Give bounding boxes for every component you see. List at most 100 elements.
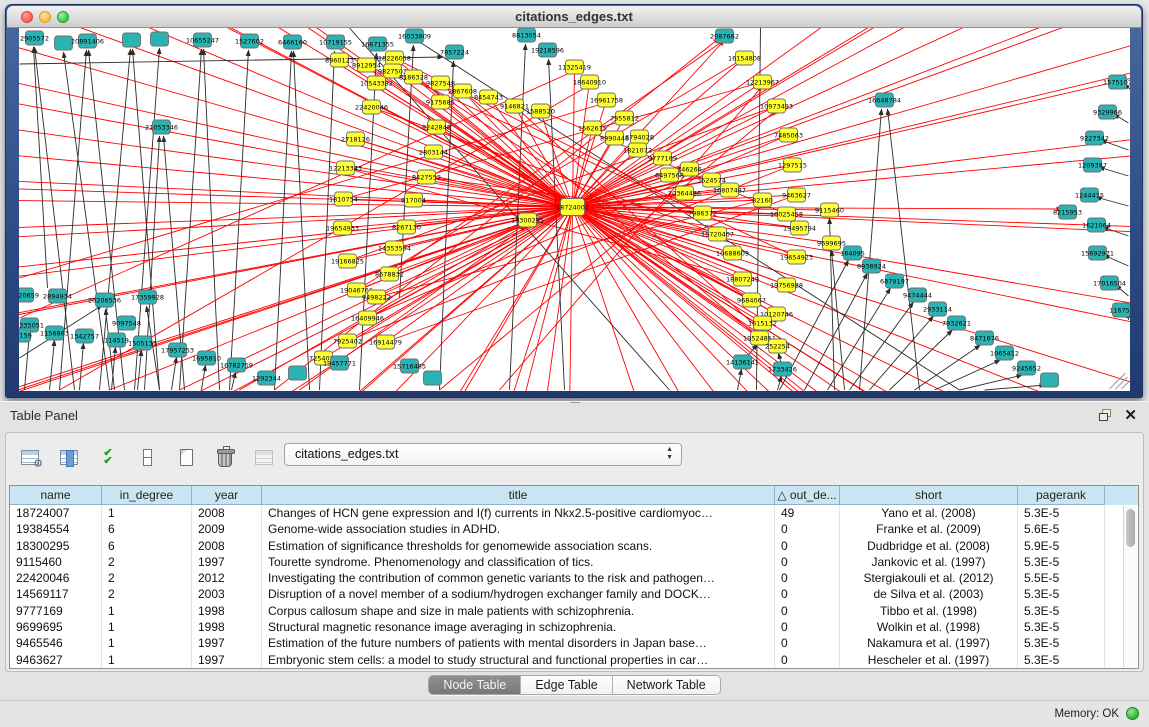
graph-node[interactable]: 2718126 [341, 132, 370, 146]
column-header-year[interactable]: year [192, 486, 262, 505]
table-row[interactable]: 946554611997Estimation of the future num… [10, 635, 1138, 651]
graph-node[interactable]: 16782759 [220, 358, 253, 372]
table-row[interactable]: 1456911722003Disruption of a novel membe… [10, 586, 1138, 602]
new-table-button[interactable] [172, 443, 200, 471]
graph-node[interactable]: 16961758 [590, 93, 623, 107]
graph-node[interactable]: 19756928 [770, 278, 803, 292]
network-canvas[interactable]: 1830029589601238912954182260589827503818… [19, 28, 1130, 391]
table-body[interactable]: 1872400712008Changes of HCN gene express… [10, 505, 1138, 668]
graph-node[interactable]: 7857224 [440, 45, 469, 59]
graph-node[interactable]: 21053346 [145, 120, 178, 134]
table-scrollbar-thumb[interactable] [1126, 509, 1135, 547]
graph-node[interactable]: 8678832 [375, 267, 404, 281]
network-selector-dropdown[interactable]: citations_edges.txt ▲▼ [284, 443, 682, 466]
column-header-pagerank[interactable]: pagerank [1018, 486, 1105, 505]
graph-node[interactable]: 8215953 [1053, 205, 1082, 219]
graph-node[interactable]: 7932621 [942, 316, 971, 330]
tab-network-table[interactable]: Network Table [612, 676, 720, 694]
graph-node[interactable]: 10973493 [760, 99, 793, 113]
graph-node[interactable]: 1527602 [235, 34, 264, 48]
column-header-out_de[interactable]: △ out_de... [775, 486, 840, 505]
graph-node[interactable]: 9245652 [1012, 361, 1041, 375]
graph-node[interactable]: 6879197 [880, 274, 909, 288]
table-row[interactable]: 977716911998Corpus callosum shape and si… [10, 603, 1138, 619]
graph-node[interactable]: 2905572 [20, 31, 49, 45]
network-graph[interactable]: 1830029589601238912954182260589827503818… [19, 28, 1130, 391]
graph-node[interactable]: 2933114 [923, 302, 952, 316]
graph-node[interactable]: 114519 [104, 333, 129, 347]
graph-node[interactable]: 1575107 [1103, 75, 1130, 89]
graph-node[interactable]: 14136141 [726, 355, 759, 369]
graph-node[interactable]: 9463627 [782, 188, 811, 202]
graph-node[interactable]: 917004 [401, 193, 426, 207]
tab-node-table[interactable]: Node Table [429, 676, 520, 694]
close-panel-icon[interactable]: ✕ [1124, 406, 1137, 424]
graph-node[interactable] [55, 36, 73, 50]
graph-node[interactable] [424, 371, 442, 385]
graph-node[interactable]: 8813054 [512, 28, 541, 42]
graph-node[interactable]: 1244415 [1075, 188, 1104, 202]
table-row[interactable]: 946362711997Embryonic stem cells: a mode… [10, 652, 1138, 668]
graph-node[interactable]: 164095 [840, 246, 865, 260]
table-row[interactable]: 2242004622012Investigating the contribut… [10, 570, 1138, 586]
column-header-title[interactable]: title [262, 486, 775, 505]
graph-node[interactable]: 16671355 [361, 37, 394, 51]
table-header-row[interactable]: namein_degreeyeartitle△ out_de...shortpa… [10, 486, 1138, 505]
window-titlebar[interactable]: citations_edges.txt [7, 6, 1141, 28]
graph-node[interactable]: 1297515 [778, 158, 807, 172]
graph-node[interactable]: 15716485 [393, 359, 426, 373]
graph-node[interactable]: 10688609 [716, 246, 749, 260]
table-scrollbar[interactable] [1123, 506, 1137, 667]
graph-node[interactable]: 2520659 [19, 288, 39, 302]
graph-node[interactable]: 22420046 [355, 100, 388, 114]
graph-node[interactable]: 9146821 [500, 99, 529, 113]
float-panel-icon[interactable] [1099, 409, 1113, 422]
table-row[interactable]: 1872400712008Changes of HCN gene express… [10, 505, 1138, 521]
graph-node[interactable]: 9097548 [112, 316, 141, 330]
show-column-button[interactable] [55, 443, 83, 471]
row-height-button[interactable] [133, 443, 161, 471]
graph-node[interactable]: 7925402 [333, 334, 362, 348]
graph-node[interactable]: 1065412 [990, 346, 1019, 360]
graph-node[interactable]: 19166825 [331, 254, 364, 268]
graph-node[interactable] [1041, 373, 1059, 387]
table-row[interactable]: 1938455462009Genome-wide association stu… [10, 521, 1138, 537]
graph-node[interactable]: 2087662 [710, 29, 739, 43]
graph-node[interactable]: 9699695 [817, 236, 846, 250]
graph-node[interactable]: 252254 [765, 339, 790, 353]
graph-node[interactable]: 19218596 [531, 43, 564, 57]
graph-node[interactable]: 9474444 [903, 288, 932, 302]
select-columns-button[interactable]: ✔✔ [94, 443, 122, 471]
table-settings-button[interactable]: ⚙ [16, 443, 44, 471]
delete-button[interactable] [211, 443, 239, 471]
graph-node[interactable]: 7485063 [774, 128, 803, 142]
graph-node[interactable]: 17016504 [1093, 276, 1126, 290]
column-header-in_degree[interactable]: in_degree [102, 486, 192, 505]
graph-node[interactable]: 20206536 [88, 293, 121, 307]
graph-node[interactable]: 8454743 [474, 90, 503, 104]
graph-node[interactable]: 8960123 [325, 53, 354, 67]
column-header-name[interactable]: name [10, 486, 102, 505]
graph-node[interactable]: 9115460 [815, 203, 844, 217]
graph-node[interactable]: 18226058 [378, 51, 411, 65]
graph-node[interactable]: 82160 [752, 193, 773, 207]
graph-node[interactable]: 1292344 [252, 371, 281, 385]
graph-nodes[interactable]: 1830029589601238912954182260589827503818… [19, 28, 1130, 387]
graph-node[interactable]: 16154808 [728, 51, 761, 65]
resize-grip[interactable] [1110, 373, 1129, 389]
tab-edge-table[interactable]: Edge Table [520, 676, 611, 694]
graph-node[interactable]: 16033809 [398, 29, 431, 43]
graph-node[interactable]: 12213343 [329, 161, 362, 175]
graph-node[interactable]: 8267130 [392, 220, 421, 234]
graph-node[interactable]: 16914479 [369, 335, 402, 349]
graph-node[interactable]: 16648784 [868, 93, 901, 107]
graph-hub-node[interactable]: 18724007 [556, 199, 589, 216]
table-row[interactable]: 1830029562008Estimation of significance … [10, 538, 1138, 554]
divider-handle[interactable] [570, 399, 580, 405]
graph-node[interactable] [151, 32, 169, 46]
graph-node[interactable]: 1342757 [70, 329, 99, 343]
column-header-short[interactable]: short [840, 486, 1018, 505]
table-row[interactable]: 911546021997Tourette syndrome. Phenomeno… [10, 554, 1138, 570]
graph-node[interactable]: 20891406 [71, 34, 104, 48]
graph-node[interactable]: 17957253 [161, 343, 194, 357]
